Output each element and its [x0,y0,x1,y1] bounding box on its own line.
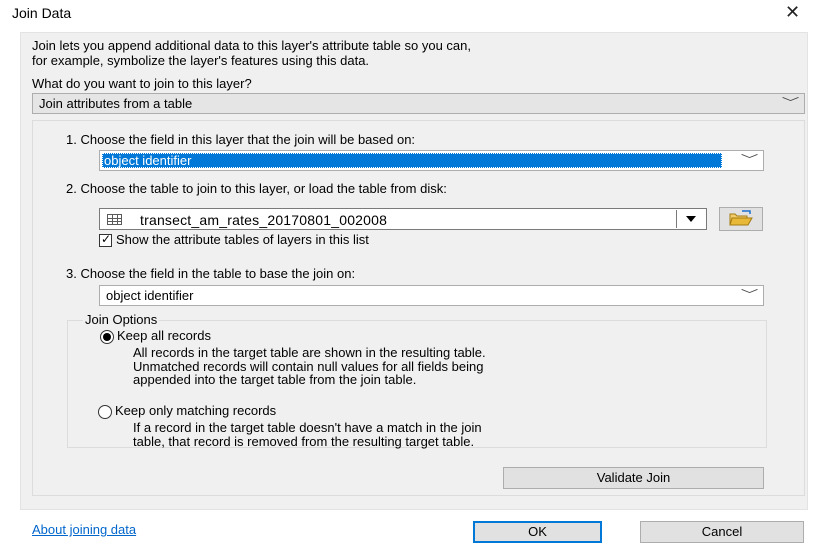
layer-field-value: object identifier [102,153,722,168]
step2-label: 2. Choose the table to join to this laye… [66,181,447,196]
keep-matching-label: Keep only matching records [115,403,277,418]
open-folder-icon [729,210,753,226]
show-layers-checkbox[interactable]: ✓ [99,232,112,247]
checkmark-icon: ✓ [101,232,112,246]
join-type-value: Join attributes from a table [39,96,193,111]
keep-matching-description: If a record in the target table doesn't … [133,421,482,448]
browse-button[interactable] [719,207,763,231]
dropdown-arrow-button[interactable] [676,210,705,228]
show-layers-label: Show the attribute tables of layers in t… [116,232,369,247]
join-table-value: transect_am_rates_20170801_002008 [140,212,388,228]
keep-all-desc-line: All records in the target table are show… [133,345,486,360]
layer-field-dropdown[interactable]: object identifier ﹀ [99,150,764,171]
keep-all-description: All records in the target table are show… [133,346,486,387]
chevron-down-icon: ﹀ [781,97,800,109]
keep-all-desc-line: appended into the target table from the … [133,372,417,387]
validate-join-button[interactable]: Validate Join [503,467,764,489]
keep-matching-radio[interactable] [98,405,112,419]
close-icon[interactable]: ✕ [785,2,800,22]
table-field-dropdown[interactable]: object identifier ﹀ [99,285,764,306]
dialog-title: Join Data [12,5,72,21]
chevron-down-icon: ﹀ [740,289,759,301]
intro-line-2: for example, symbolize the layer's featu… [32,53,370,68]
step1-label: 1. Choose the field in this layer that t… [66,132,416,147]
keep-all-label: Keep all records [117,328,211,343]
table-field-value: object identifier [106,288,194,303]
join-type-question: What do you want to join to this layer? [32,76,252,91]
cancel-button[interactable]: Cancel [640,521,804,543]
intro-line-1: Join lets you append additional data to … [32,38,471,53]
radio-selected-dot [103,333,111,341]
join-table-dropdown[interactable]: transect_am_rates_20170801_002008 [99,208,707,230]
keep-all-radio[interactable] [100,330,114,344]
keep-matching-desc-line: table, that record is removed from the r… [133,433,475,449]
join-type-dropdown[interactable]: Join attributes from a table ﹀ [32,93,805,114]
keep-all-desc-line: Unmatched records will contain null valu… [133,358,484,374]
join-options-legend: Join Options [83,312,160,327]
table-icon [107,214,122,225]
keep-matching-desc-line: If a record in the target table doesn't … [133,420,482,435]
chevron-down-icon: ﹀ [740,154,759,166]
triangle-down-icon [686,216,696,222]
intro-text: Join lets you append additional data to … [32,38,792,68]
step3-label: 3. Choose the field in the table to base… [66,266,356,281]
about-joining-link[interactable]: About joining data [32,522,136,537]
ok-button[interactable]: OK [473,521,602,543]
